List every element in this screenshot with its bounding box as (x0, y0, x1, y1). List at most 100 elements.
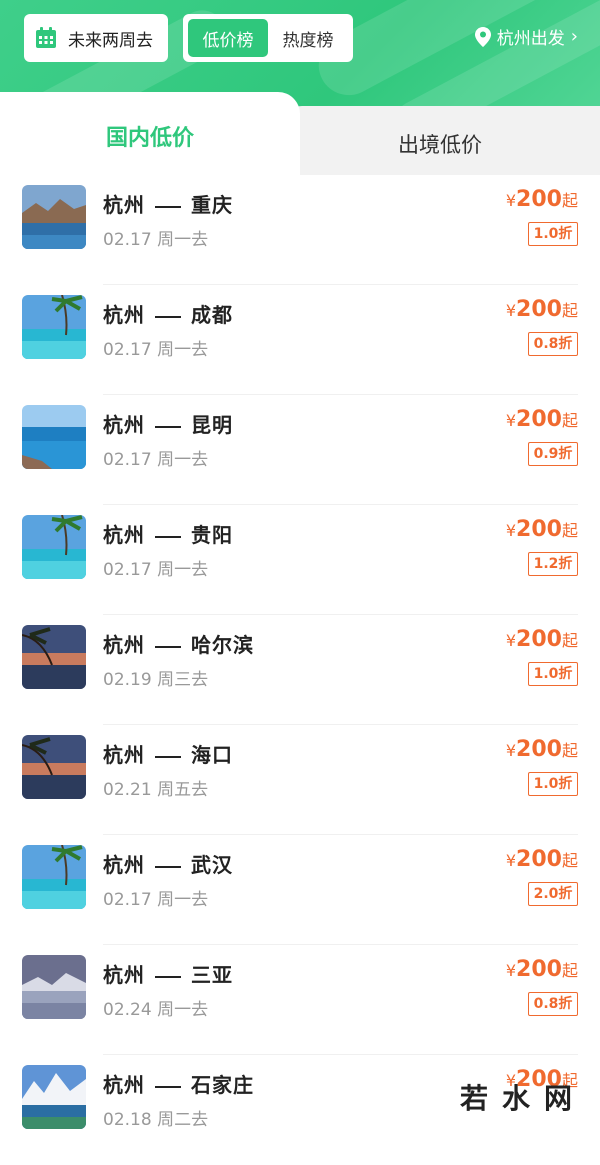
route: 杭州 海口 (103, 739, 233, 768)
route-dash (155, 865, 181, 868)
list-item[interactable]: 杭州 重庆 02.17 周一去 ¥200起 1.0折 (0, 175, 600, 285)
discount-badge: 0.8折 (528, 332, 578, 356)
route-dash (155, 315, 181, 318)
departure-date: 02.18 周二去 (103, 1110, 209, 1130)
price: ¥200起 (506, 297, 578, 322)
route: 杭州 三亚 (103, 959, 233, 988)
price-suffix: 起 (561, 301, 578, 320)
list-item[interactable]: 杭州 三亚 02.24 周一去 ¥200起 0.8折 (0, 945, 600, 1055)
departure-date: 02.17 周一去 (103, 560, 209, 580)
currency-symbol: ¥ (505, 851, 517, 870)
destination-city: 昆明 (191, 413, 233, 437)
tab-domestic[interactable]: 国内低价 (0, 92, 300, 182)
destination-city: 海口 (191, 743, 233, 767)
currency-symbol: ¥ (505, 961, 517, 980)
calendar-icon (36, 27, 56, 48)
price-suffix: 起 (561, 851, 578, 870)
origin-city: 杭州 (103, 743, 145, 767)
price-value: 200 (516, 517, 562, 542)
route-dash (155, 205, 181, 208)
destination-city: 三亚 (191, 963, 233, 987)
discount-badge: 1.0折 (528, 662, 578, 686)
destination-thumbnail (22, 625, 86, 689)
price: ¥200起 (506, 737, 578, 762)
destination-city: 哈尔滨 (191, 633, 254, 657)
route: 杭州 重庆 (103, 189, 233, 218)
tab-international-label: 出境低价 (398, 133, 482, 157)
route: 杭州 贵阳 (103, 519, 233, 548)
list-item[interactable]: 杭州 武汉 02.17 周一去 ¥200起 2.0折 (0, 835, 600, 945)
destination-thumbnail (22, 515, 86, 579)
price-suffix: 起 (561, 961, 578, 980)
origin-city: 杭州 (103, 633, 145, 657)
price: ¥200起 (506, 627, 578, 652)
departure-date: 02.17 周一去 (103, 450, 209, 470)
price-value: 200 (516, 407, 562, 432)
currency-symbol: ¥ (505, 631, 517, 650)
currency-symbol: ¥ (505, 521, 517, 540)
destination-thumbnail (22, 1065, 86, 1129)
origin-city: 杭州 (103, 1073, 145, 1097)
list-item[interactable]: 杭州 哈尔滨 02.19 周三去 ¥200起 1.0折 (0, 615, 600, 725)
price-value: 200 (516, 847, 562, 872)
location-pin-icon (474, 26, 491, 47)
list-item[interactable]: 杭州 贵阳 02.17 周一去 ¥200起 1.2折 (0, 505, 600, 615)
departure-city-selector[interactable]: 杭州出发 › (474, 24, 578, 49)
discount-badge: 0.8折 (528, 992, 578, 1016)
destination-thumbnail (22, 955, 86, 1019)
price: ¥200起 (506, 957, 578, 982)
list-item[interactable]: 杭州 成都 02.17 周一去 ¥200起 0.8折 (0, 285, 600, 395)
departure-date: 02.17 周一去 (103, 890, 209, 910)
currency-symbol: ¥ (505, 411, 517, 430)
origin-city: 杭州 (103, 853, 145, 877)
departure-city-label: 杭州出发 (496, 29, 565, 49)
destination-thumbnail (22, 185, 86, 249)
origin-city: 杭州 (103, 193, 145, 217)
price-value: 200 (516, 737, 562, 762)
tab-low-price-rank[interactable]: 低价榜 (188, 19, 268, 57)
flight-deal-list: 杭州 重庆 02.17 周一去 ¥200起 1.0折 杭州 成都 02.17 周一去… (0, 175, 600, 1165)
date-filter-label: 未来两周去 (68, 30, 153, 51)
price: ¥200起 (506, 517, 578, 542)
price-suffix: 起 (561, 741, 578, 760)
discount-badge: 1.2折 (528, 552, 578, 576)
departure-date: 02.17 周一去 (103, 340, 209, 360)
list-item[interactable]: 杭州 海口 02.21 周五去 ¥200起 1.0折 (0, 725, 600, 835)
route-dash (155, 645, 181, 648)
list-item[interactable]: 杭州 昆明 02.17 周一去 ¥200起 0.9折 (0, 395, 600, 505)
destination-thumbnail (22, 735, 86, 799)
price-suffix: 起 (561, 191, 578, 210)
date-filter-button[interactable]: 未来两周去 (24, 14, 168, 62)
tab-popularity-rank[interactable]: 热度榜 (268, 19, 348, 57)
route-dash (155, 535, 181, 538)
price-value: 200 (516, 187, 562, 212)
chevron-right-icon: › (570, 26, 578, 47)
route-dash (155, 1085, 181, 1088)
price-value: 200 (516, 957, 562, 982)
destination-city: 武汉 (191, 853, 233, 877)
discount-badge: 2.0折 (528, 882, 578, 906)
currency-symbol: ¥ (505, 191, 517, 210)
departure-date: 02.21 周五去 (103, 780, 209, 800)
price-suffix: 起 (561, 521, 578, 540)
price-suffix: 起 (561, 631, 578, 650)
origin-city: 杭州 (103, 303, 145, 327)
route-dash (155, 755, 181, 758)
discount-badge: 1.0折 (528, 772, 578, 796)
destination-thumbnail (22, 845, 86, 909)
rank-toggle: 低价榜 热度榜 (183, 14, 353, 62)
route-dash (155, 425, 181, 428)
tab-domestic-label: 国内低价 (105, 126, 194, 151)
departure-date: 02.24 周一去 (103, 1000, 209, 1020)
destination-thumbnail (22, 405, 86, 469)
watermark: 若水网 (459, 1082, 586, 1115)
region-tabs: 出境低价 国内低价 (0, 92, 600, 182)
price: ¥200起 (506, 187, 578, 212)
route: 杭州 武汉 (103, 849, 233, 878)
departure-date: 02.19 周三去 (103, 670, 209, 690)
tab-international[interactable]: 出境低价 (280, 106, 600, 182)
discount-badge: 0.9折 (528, 442, 578, 466)
route: 杭州 石家庄 (103, 1069, 254, 1098)
route: 杭州 成都 (103, 299, 233, 328)
price-value: 200 (516, 297, 562, 322)
